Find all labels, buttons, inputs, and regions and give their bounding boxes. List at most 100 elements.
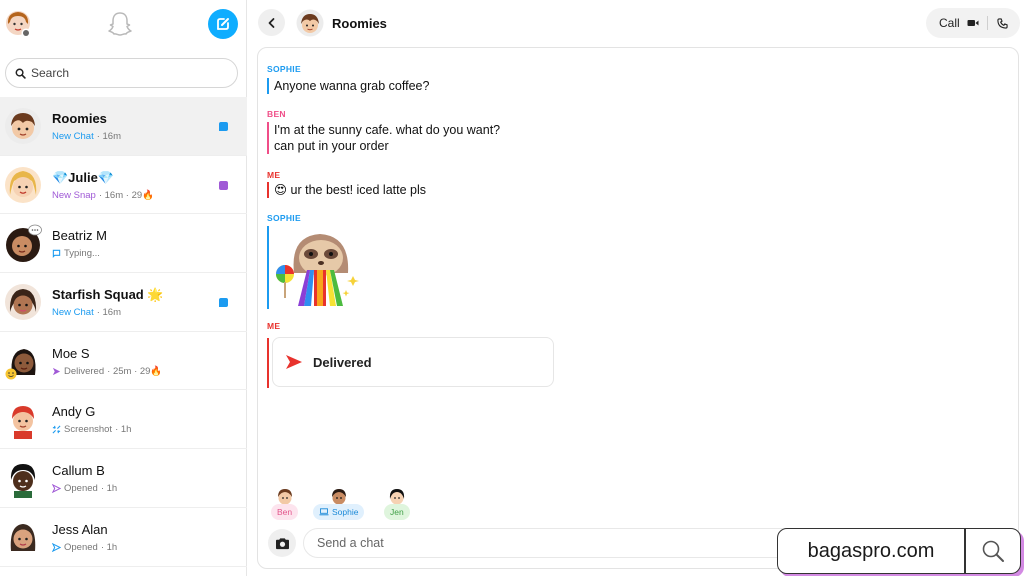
- chat-row-starfish-squad[interactable]: Starfish Squad 🌟 New Chat · 16m: [0, 273, 247, 332]
- heart-eyes-emoji: 😍: [274, 183, 288, 197]
- chat-status-line: Delivered · 25m · 29🔥: [52, 366, 162, 377]
- chat-meta: · 16m: [96, 131, 122, 142]
- message-input[interactable]: Send a chat: [303, 528, 823, 558]
- camera-icon: [275, 537, 289, 549]
- profile-avatar[interactable]: [5, 10, 31, 38]
- magnifier-icon: [966, 538, 1021, 564]
- message-text[interactable]: I'm at the sunny cafe. what do you want?…: [267, 122, 500, 154]
- ghost-icon[interactable]: [106, 10, 134, 38]
- call-controls: Call: [926, 8, 1020, 38]
- chat-name: Moe S: [52, 345, 90, 361]
- chat-row-andy[interactable]: Andy G Screenshot · 1h: [0, 390, 247, 450]
- chat-status-line: Opened · 1h: [52, 542, 117, 553]
- message-sender: BEN: [267, 109, 286, 119]
- chevron-left-icon: [268, 17, 274, 28]
- chat-row-jess[interactable]: Jess Alan Opened · 1h: [0, 508, 247, 567]
- camera-button[interactable]: [268, 529, 296, 557]
- group-avatar: [4, 282, 42, 322]
- friend-avatar: [4, 165, 42, 205]
- chat-row-moe[interactable]: Moe S Delivered · 25m · 29🔥: [0, 332, 247, 391]
- delivered-arrow-icon: [286, 355, 302, 369]
- chat-row-beatriz[interactable]: Beatriz M Typing...: [0, 214, 247, 274]
- chat-meta: · 16m: [96, 307, 122, 319]
- laptop-icon: [319, 508, 329, 516]
- message-sender: SOPHIE: [267, 64, 301, 74]
- typing-chat-icon: [52, 250, 61, 259]
- sidebar-toolbar: [0, 0, 247, 48]
- chat-status-line: Typing...: [52, 248, 100, 259]
- chat-status: Opened: [64, 541, 98, 553]
- chat-row-callum[interactable]: Callum B Opened · 1h: [0, 449, 247, 508]
- message-line: I'm at the sunny cafe. what do you want?: [274, 123, 501, 137]
- new-chat-button[interactable]: [208, 9, 238, 39]
- watermark-text: bagaspro.com: [807, 539, 935, 562]
- chat-name: Callum B: [52, 463, 105, 479]
- chat-meta: · 1h: [115, 424, 132, 436]
- chat-status: Opened: [64, 483, 98, 495]
- search-icon: [15, 68, 26, 79]
- chat-list: Roomies New Chat · 16m 💎Julie💎 New Snap …: [0, 97, 247, 567]
- unread-chat-icon: [219, 122, 228, 131]
- chat-meta: · 1h: [100, 541, 118, 553]
- message-body: ur the best! iced latte pls: [290, 183, 427, 197]
- phone-icon[interactable]: [997, 17, 1008, 29]
- unread-snap-icon: [219, 180, 228, 190]
- conversation-panel: SOPHIE Anyone wanna grab coffee? BEN I'm…: [257, 47, 1019, 569]
- chat-status-line: Opened · 1h: [52, 483, 117, 494]
- group-avatar: [4, 106, 42, 146]
- presence-pill: Ben: [271, 504, 299, 520]
- chat-header: Roomies Call: [248, 0, 1024, 46]
- message-sender: SOPHIE: [267, 213, 301, 223]
- chat-name: Andy G: [52, 404, 96, 420]
- chat-row-julie[interactable]: 💎Julie💎 New Snap · 16m · 29🔥: [0, 156, 247, 215]
- message-text[interactable]: Anyone wanna grab coffee?: [267, 78, 429, 94]
- delivered-arrow-icon: [52, 367, 61, 375]
- video-call-icon[interactable]: [967, 18, 979, 28]
- chat-status: Screenshot: [64, 424, 113, 436]
- chat-name: Roomies: [52, 111, 107, 126]
- chat-name: Beatriz M: [52, 228, 107, 244]
- message-indicator: [267, 226, 269, 309]
- call-divider: [986, 16, 988, 30]
- chat-status-line: New Snap · 16m · 29🔥: [52, 190, 154, 201]
- opened-arrow-icon: [52, 484, 61, 494]
- search-field[interactable]: Search: [5, 58, 238, 88]
- chat-sidebar: Search Roomies New Chat · 16m 💎Julie💎 Ne…: [0, 0, 247, 576]
- presence-sophie: Sophie: [313, 486, 365, 522]
- chat-name: Jess Alan: [52, 521, 108, 537]
- presence-pill: Jen: [384, 504, 410, 520]
- back-button[interactable]: [258, 9, 285, 36]
- sophie-bitmoji: [331, 489, 346, 504]
- chat-name: Starfish Squad 🌟: [52, 287, 164, 303]
- compose-icon: [217, 18, 229, 30]
- search-placeholder: Search: [31, 66, 70, 80]
- chat-status-line: New Chat · 16m: [52, 131, 121, 142]
- call-button-label[interactable]: Call: [939, 16, 960, 30]
- chat-row-roomies[interactable]: Roomies New Chat · 16m: [0, 97, 247, 156]
- sloth-rainbow-sticker[interactable]: [274, 228, 366, 310]
- chat-status-line: Screenshot · 1h: [52, 424, 131, 435]
- chat-avatar[interactable]: [296, 9, 324, 37]
- presence-pill: Sophie: [313, 504, 365, 520]
- chat-status: New Snap: [52, 189, 96, 201]
- message-indicator: [267, 338, 269, 388]
- unread-chat-icon: [219, 298, 228, 308]
- jen-bitmoji: [389, 489, 404, 504]
- friend-avatar: [4, 341, 42, 381]
- delivered-label: Delivered: [313, 354, 372, 370]
- opened-arrow-icon: [52, 542, 61, 552]
- chat-status: New Chat: [52, 307, 94, 319]
- presence-ben: Ben: [271, 486, 299, 522]
- chat-meta: · 25m · 29🔥: [107, 365, 163, 377]
- friend-avatar: [4, 517, 42, 557]
- presence-jen: Jen: [384, 486, 410, 522]
- chat-meta: · 16m · 29🔥: [98, 189, 154, 201]
- chat-status-line: New Chat · 16m: [52, 307, 121, 318]
- message-text[interactable]: 😍 ur the best! iced latte pls: [267, 182, 426, 198]
- friend-avatar: [4, 399, 42, 440]
- chat-name: 💎Julie💎: [52, 169, 114, 185]
- delivered-snap-card[interactable]: Delivered: [272, 337, 554, 387]
- presence-name: Sophie: [332, 507, 359, 517]
- message-sender: ME: [267, 170, 281, 180]
- chat-title: Roomies: [332, 16, 387, 31]
